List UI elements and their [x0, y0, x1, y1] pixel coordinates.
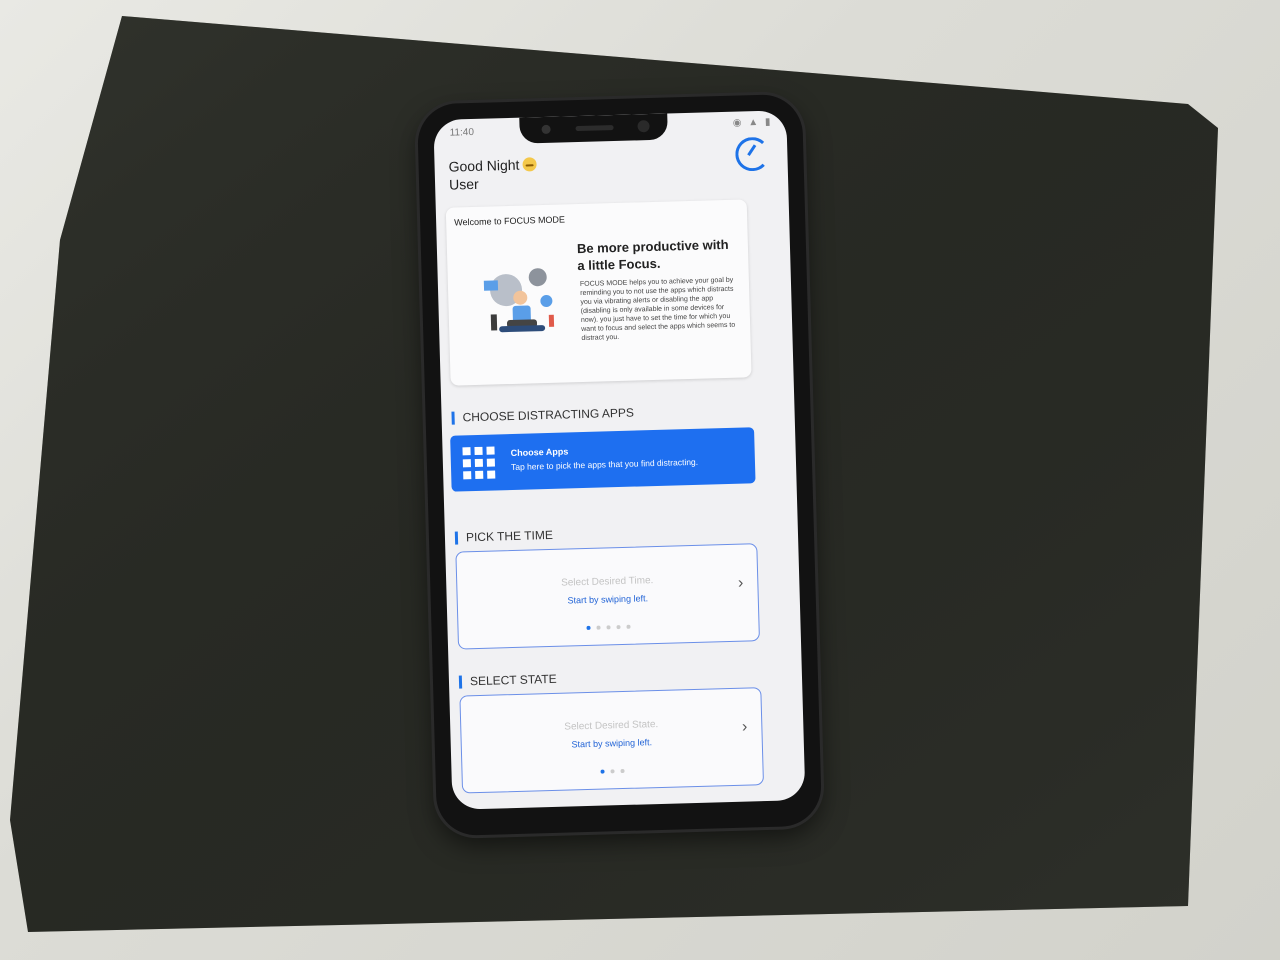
welcome-label: Welcome to FOCUS MODE: [454, 214, 566, 228]
page-dot: [596, 625, 601, 630]
greeting-title: Good Night: [448, 156, 520, 175]
timer-icon[interactable]: [734, 136, 770, 172]
page-dot: [586, 625, 591, 630]
choose-apps-button[interactable]: Choose Apps Tap here to pick the apps th…: [450, 427, 756, 492]
welcome-description: FOCUS MODE helps you to achieve your goa…: [579, 276, 736, 343]
welcome-headline: Be more productive with a little Focus.: [576, 236, 729, 274]
greeting-user: User: [448, 175, 479, 193]
apps-grid-icon: [462, 446, 496, 480]
state-page-dots: [462, 756, 762, 782]
section-title-time: PICK THE TIME: [454, 528, 554, 545]
sleeping-face-icon: [522, 157, 537, 172]
time-page-dots: [458, 612, 758, 638]
section-title-apps: CHOOSE DISTRACTING APPS: [451, 406, 635, 425]
greeting: Good Night User: [448, 155, 537, 193]
chevron-right-icon[interactable]: ›: [738, 575, 744, 593]
status-icons: ◉ ▲ ▮: [732, 116, 773, 129]
time-hint: Start by swiping left.: [567, 593, 649, 606]
camera-notch: [519, 113, 668, 144]
page-dot: [626, 624, 631, 629]
focus-illustration-icon: [483, 268, 555, 333]
section-title-state: SELECT STATE: [458, 672, 557, 689]
phone-screen: 11:40 ◉ ▲ ▮ Good Night User Welcome to F…: [433, 110, 806, 810]
choose-apps-title: Choose Apps: [510, 446, 569, 459]
chevron-right-icon[interactable]: ›: [742, 719, 748, 737]
page-dot: [606, 625, 611, 630]
page-dot: [620, 768, 625, 774]
page-dot: [616, 625, 621, 630]
status-time: 11:40: [449, 126, 475, 139]
state-placeholder: Select Desired State.: [564, 719, 659, 733]
state-picker[interactable]: Select Desired State. Start by swiping l…: [459, 687, 764, 794]
page-dot: [610, 769, 615, 774]
choose-apps-subtitle: Tap here to pick the apps that you find …: [510, 456, 699, 473]
time-placeholder: Select Desired Time.: [560, 575, 654, 589]
state-hint: Start by swiping left.: [571, 737, 653, 750]
page-dot: [600, 769, 605, 774]
time-picker[interactable]: Select Desired Time. Start by swiping le…: [455, 543, 760, 650]
welcome-card: Welcome to FOCUS MODE Be more productive…: [445, 199, 752, 386]
smartphone: 11:40 ◉ ▲ ▮ Good Night User Welcome to F…: [416, 93, 823, 837]
